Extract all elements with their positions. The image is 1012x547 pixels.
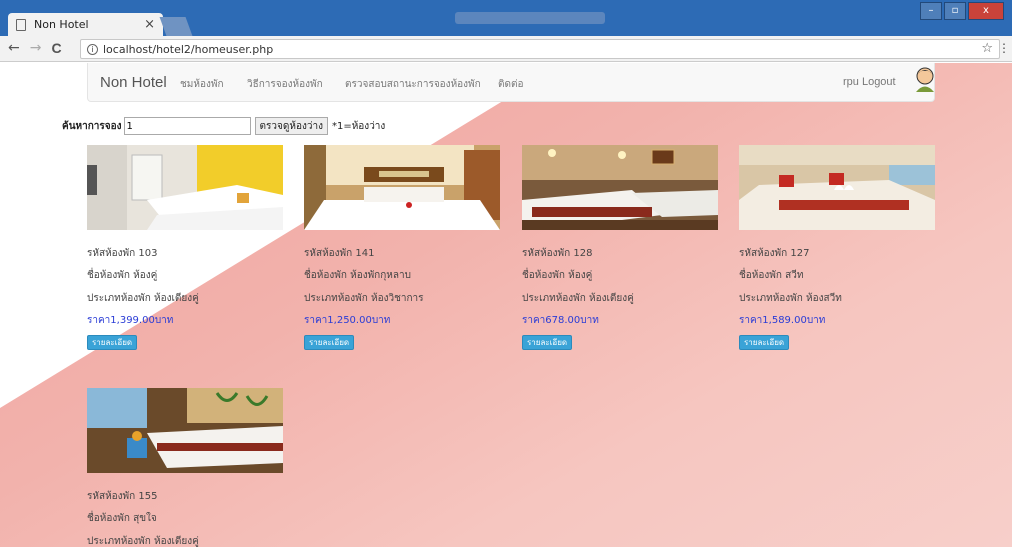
search-input[interactable] bbox=[123, 117, 251, 135]
search-label: ค้นหาการจอง bbox=[62, 120, 122, 132]
browser-titlebar: Non Hotel × – ▫ x bbox=[0, 0, 1012, 36]
bookmark-star-icon[interactable]: ☆ bbox=[981, 41, 993, 56]
reload-icon[interactable]: C bbox=[51, 40, 61, 56]
room-price: ราคา678.00บาท bbox=[522, 315, 599, 326]
room-photo[interactable] bbox=[522, 145, 718, 230]
nav-check-status[interactable]: ตรวจสอบสถานะการจองห้องพัก bbox=[345, 77, 481, 92]
new-tab-button[interactable] bbox=[159, 17, 193, 36]
forward-icon[interactable]: → bbox=[30, 40, 42, 56]
window-close-icon[interactable]: x bbox=[968, 2, 1004, 20]
room-type: ประเภทห้องพัก ห้องเตียงคู่ bbox=[87, 536, 199, 547]
tab-title: Non Hotel bbox=[34, 18, 89, 31]
room-type: ประเภทห้องพัก ห้องวิชาการ bbox=[304, 293, 424, 304]
room-price: ราคา1,399.00บาท bbox=[87, 315, 174, 326]
room-detail-button[interactable]: รายละเอียด bbox=[522, 335, 573, 350]
url-field[interactable]: i localhost/hotel2/homeuser.php ☆ bbox=[80, 39, 1000, 59]
nav-contact[interactable]: ติดต่อ bbox=[498, 77, 524, 92]
room-price: ราคา1,250.00บาท bbox=[304, 315, 391, 326]
back-icon[interactable]: ← bbox=[8, 40, 20, 56]
room-code: รหัสห้องพัก 127 bbox=[739, 248, 810, 259]
room-name: ชื่อห้องพัก ห้องคู่ bbox=[87, 270, 158, 281]
search-hint: *1=ห้องว่าง bbox=[331, 120, 386, 132]
room-type: ประเภทห้องพัก ห้องเตียงคู่ bbox=[522, 293, 634, 304]
room-photo[interactable] bbox=[87, 388, 283, 473]
room-type: ประเภทห้องพัก ห้องสวีท bbox=[739, 293, 842, 304]
page-viewport: Non Hotel ชมห้องพัก วิธีการจองห้องพัก ตร… bbox=[0, 63, 1012, 547]
room-detail-button[interactable]: รายละเอียด bbox=[739, 335, 790, 350]
room-code: รหัสห้องพัก 155 bbox=[87, 491, 158, 502]
url-text: localhost/hotel2/homeuser.php bbox=[103, 42, 274, 56]
room-name: ชื่อห้องพัก ห้องพักกุหลาบ bbox=[304, 270, 411, 281]
nav-view-rooms[interactable]: ชมห้องพัก bbox=[180, 77, 224, 92]
brand-link[interactable]: Non Hotel bbox=[100, 74, 167, 91]
room-card: รหัสห้องพัก 128 ชื่อห้องพัก ห้องคู่ ประเ… bbox=[522, 145, 718, 350]
info-icon[interactable]: i bbox=[87, 43, 98, 55]
room-price: ราคา1,589.00บาท bbox=[739, 315, 826, 326]
room-photo[interactable] bbox=[87, 145, 283, 230]
room-detail-button[interactable]: รายละเอียด bbox=[304, 335, 355, 350]
room-code: รหัสห้องพัก 128 bbox=[522, 248, 593, 259]
close-tab-icon[interactable]: × bbox=[144, 17, 155, 32]
nav-how-to-book[interactable]: วิธีการจองห้องพัก bbox=[247, 77, 323, 92]
page-icon bbox=[16, 18, 26, 31]
room-code: รหัสห้องพัก 141 bbox=[304, 248, 375, 259]
room-card: รหัสห้องพัก 141 ชื่อห้องพัก ห้องพักกุหลา… bbox=[304, 145, 500, 350]
room-card: รหัสห้องพัก 127 ชื่อห้องพัก สวีท ประเภทห… bbox=[739, 145, 935, 350]
room-name: ชื่อห้องพัก สวีท bbox=[739, 270, 804, 281]
room-photo[interactable] bbox=[304, 145, 500, 230]
check-available-button[interactable]: ตรวจดูห้องว่าง bbox=[254, 117, 328, 135]
browser-tab[interactable]: Non Hotel × bbox=[8, 13, 163, 36]
room-type: ประเภทห้องพัก ห้องเตียงคู่ bbox=[87, 293, 199, 304]
room-card: รหัสห้องพัก 155 ชื่อห้องพัก สุขใจ ประเภท… bbox=[87, 388, 283, 547]
window-controls: – ▫ x bbox=[920, 2, 1004, 20]
room-name: ชื่อห้องพัก สุขใจ bbox=[87, 513, 157, 524]
maximize-icon[interactable]: ▫ bbox=[944, 2, 966, 20]
room-photo[interactable] bbox=[739, 145, 935, 230]
room-code: รหัสห้องพัก 103 bbox=[87, 248, 158, 259]
room-detail-button[interactable]: รายละเอียด bbox=[87, 335, 138, 350]
top-navbar: Non Hotel ชมห้องพัก วิธีการจองห้องพัก ตร… bbox=[87, 63, 935, 102]
room-card: รหัสห้องพัก 103 ชื่อห้องพัก ห้องคู่ ประเ… bbox=[87, 145, 283, 350]
user-avatar-icon bbox=[916, 67, 934, 92]
browser-menu-icon[interactable]: ⋮ bbox=[998, 41, 1010, 55]
logout-link[interactable]: rpu Logout bbox=[843, 76, 896, 88]
search-row: ค้นหาการจอง ตรวจดูห้องว่าง *1=ห้องว่าง bbox=[62, 117, 385, 135]
address-bar: ← → C i localhost/hotel2/homeuser.php ☆ … bbox=[0, 36, 1012, 62]
window-title bbox=[455, 12, 605, 24]
room-name: ชื่อห้องพัก ห้องคู่ bbox=[522, 270, 593, 281]
minimize-icon[interactable]: – bbox=[920, 2, 942, 20]
